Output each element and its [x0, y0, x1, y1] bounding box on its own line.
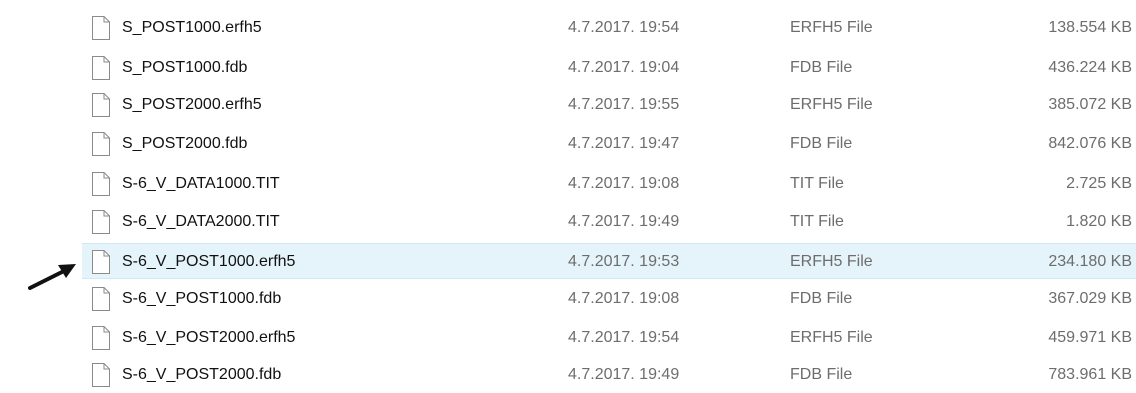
file-date-modified: 4.7.2017. 19:49 — [568, 213, 680, 230]
file-icon — [92, 250, 110, 274]
file-size: 385.072 KB — [1048, 96, 1132, 113]
file-row[interactable]: S-6_V_POST2000.fdb 4.7.2017. 19:49 FDB Fil… — [82, 357, 1136, 393]
file-icon — [92, 287, 110, 311]
file-name: S-6_V_DATA2000.TIT — [122, 213, 280, 230]
file-name: S_POST2000.fdb — [122, 135, 248, 152]
file-date-modified: 4.7.2017. 19:04 — [568, 59, 680, 76]
file-row-selected[interactable]: S-6_V_POST1000.erfh5 4.7.2017. 19:53 ERFH5… — [82, 243, 1136, 279]
file-type: FDB File — [790, 135, 853, 152]
file-type: ERFH5 File — [790, 19, 873, 36]
file-name: S_POST1000.fdb — [122, 59, 248, 76]
file-row[interactable]: S_POST2000.fdb 4.7.2017. 19:47 FDB File 842… — [82, 126, 1136, 162]
file-name: S-6_V_POST1000.fdb — [122, 290, 282, 307]
file-name: S_POST2000.erfh5 — [122, 96, 262, 113]
file-icon — [92, 132, 110, 156]
file-name: S_POST1000.erfh5 — [122, 19, 262, 36]
file-row[interactable]: S_POST2000.erfh5 4.7.2017. 19:55 ERFH5 Fil… — [82, 87, 1136, 123]
file-type: FDB File — [790, 290, 853, 307]
file-date-modified: 4.7.2017. 19:08 — [568, 290, 680, 307]
file-row[interactable]: S-6_V_POST2000.erfh5 4.7.2017. 19:54 ERFH5… — [82, 320, 1136, 356]
file-name: S-6_V_POST1000.erfh5 — [122, 253, 296, 270]
file-type: FDB File — [790, 59, 853, 76]
file-name: S-6_V_DATA1000.TIT — [122, 175, 280, 192]
black-arrow-icon — [28, 264, 76, 290]
file-date-modified: 4.7.2017. 19:53 — [568, 253, 680, 270]
file-icon — [92, 363, 110, 387]
file-row[interactable]: S-6_V_DATA1000.TIT 4.7.2017. 19:08 TIT Fil… — [82, 166, 1136, 202]
file-date-modified: 4.7.2017. 19:54 — [568, 19, 680, 36]
file-size: 459.971 KB — [1048, 329, 1132, 346]
file-date-modified: 4.7.2017. 19:55 — [568, 96, 680, 113]
file-size: 138.554 KB — [1048, 19, 1132, 36]
file-type: ERFH5 File — [790, 253, 873, 270]
file-row[interactable]: S-6_V_POST1000.fdb 4.7.2017. 19:08 FDB Fil… — [82, 281, 1136, 317]
file-date-modified: 4.7.2017. 19:54 — [568, 329, 680, 346]
file-icon — [92, 326, 110, 350]
file-list: S_POST1000.erfh5 4.7.2017. 19:54 ERFH5 Fil… — [0, 0, 1136, 389]
file-icon — [92, 93, 110, 117]
file-size: 367.029 KB — [1048, 290, 1132, 307]
file-icon — [92, 56, 110, 80]
file-type: FDB File — [790, 366, 853, 383]
file-size: 234.180 KB — [1048, 253, 1132, 270]
file-size: 436.224 KB — [1048, 59, 1132, 76]
file-row[interactable]: S-6_V_DATA2000.TIT 4.7.2017. 19:49 TIT Fil… — [82, 204, 1136, 240]
file-type: TIT File — [790, 175, 844, 192]
file-size: 783.961 KB — [1048, 366, 1132, 383]
file-size: 2.725 KB — [1066, 175, 1132, 192]
file-icon — [92, 172, 110, 196]
file-date-modified: 4.7.2017. 19:49 — [568, 366, 680, 383]
file-name: S-6_V_POST2000.fdb — [122, 366, 282, 383]
file-type: TIT File — [790, 213, 844, 230]
file-type: ERFH5 File — [790, 329, 873, 346]
file-date-modified: 4.7.2017. 19:08 — [568, 175, 680, 192]
file-icon — [92, 210, 110, 234]
file-icon — [92, 16, 110, 40]
file-row[interactable]: S_POST1000.erfh5 4.7.2017. 19:54 ERFH5 Fil… — [82, 10, 1136, 46]
file-size: 842.076 KB — [1048, 135, 1132, 152]
file-size: 1.820 KB — [1066, 213, 1132, 230]
file-date-modified: 4.7.2017. 19:47 — [568, 135, 680, 152]
file-row[interactable]: S_POST1000.fdb 4.7.2017. 19:04 FDB File 436… — [82, 50, 1136, 86]
file-name: S-6_V_POST2000.erfh5 — [122, 329, 296, 346]
file-type: ERFH5 File — [790, 96, 873, 113]
